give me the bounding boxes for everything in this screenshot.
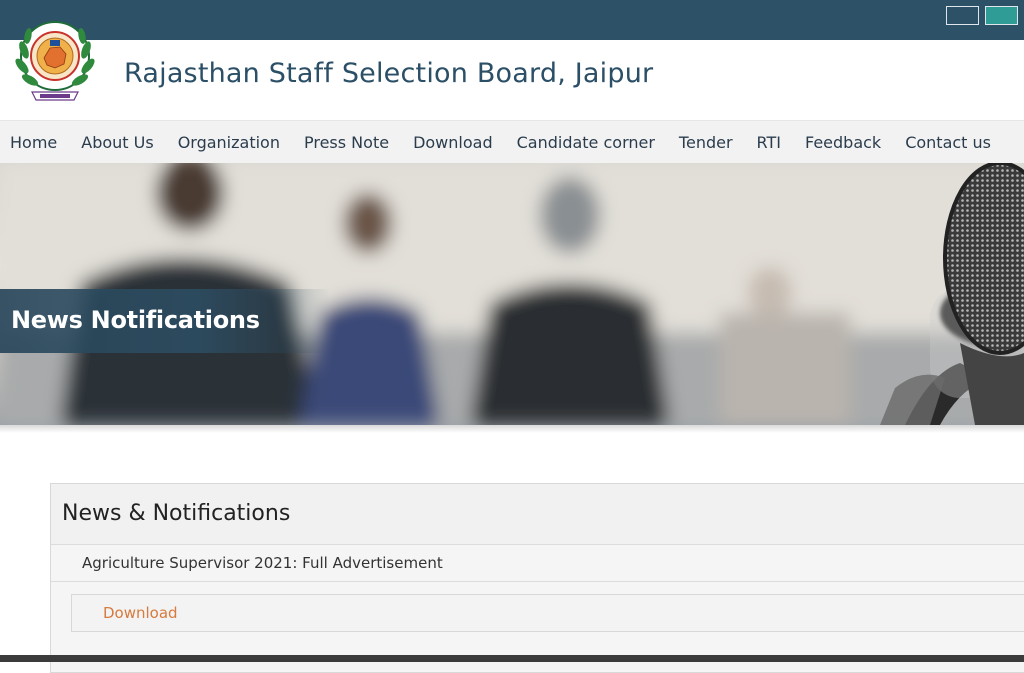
list-item: Agriculture Supervisor 2021: Full Advert… [51,545,1024,582]
panel-header: News & Notifications [51,484,1024,545]
banner-shadow [0,425,1024,433]
site-header: Rajasthan Staff Selection Board, Jaipur [0,21,1024,120]
banner-title: News Notifications [11,306,260,334]
top-bar [0,0,1024,40]
nav-press-note[interactable]: Press Note [292,133,401,152]
rssb-emblem-logo[interactable] [10,14,100,110]
download-box: Download [71,594,1024,632]
news-banner: News Notifications [0,163,1024,425]
nav-candidate-corner[interactable]: Candidate corner [505,133,667,152]
notifications-panel: News & Notifications Agriculture Supervi… [50,483,1024,673]
theme-teal-button[interactable] [985,6,1018,25]
panel-title: News & Notifications [62,501,291,526]
nav-organization[interactable]: Organization [166,133,292,152]
footer-strip [0,655,1024,662]
nav-download[interactable]: Download [401,133,505,152]
main-nav: Home About Us Organization Press Note Do… [0,120,1024,164]
nav-contact-us[interactable]: Contact us [893,133,1003,152]
nav-home[interactable]: Home [0,133,69,152]
download-link[interactable]: Download [103,604,178,622]
nav-tender[interactable]: Tender [667,133,745,152]
theme-dark-button[interactable] [946,6,979,25]
nav-rti[interactable]: RTI [745,133,793,152]
nav-about-us[interactable]: About Us [69,133,165,152]
nav-feedback[interactable]: Feedback [793,133,893,152]
notification-title: Agriculture Supervisor 2021: Full Advert… [82,554,443,572]
site-title: Rajasthan Staff Selection Board, Jaipur [124,58,654,89]
